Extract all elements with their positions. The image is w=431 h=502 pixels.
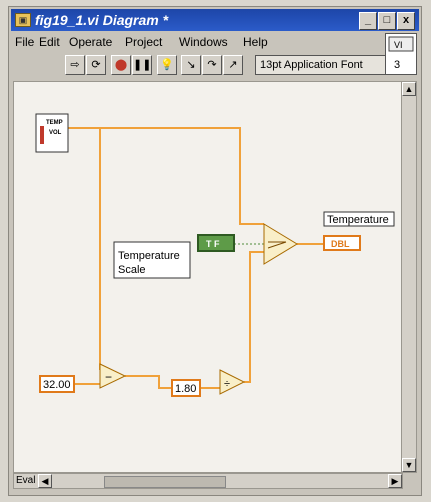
- toolbar: ⇨ ⟳ ⬤ ❚❚ 💡 ↘ ↷ ↗ 13pt Application Font: [11, 51, 391, 79]
- menu-windows[interactable]: Windows: [179, 35, 228, 49]
- help-number: 3: [394, 59, 400, 71]
- vi-icon: ▣: [15, 13, 31, 27]
- select-function-icon[interactable]: [263, 223, 298, 265]
- constant-1-8[interactable]: 1.80: [171, 379, 201, 397]
- help-icon-label: VI: [394, 40, 403, 50]
- scroll-down-icon[interactable]: ▼: [402, 458, 416, 472]
- block-diagram[interactable]: TEMP VOL Temperature Scale T F Temperatu…: [13, 81, 403, 473]
- temp-label-2: VOL: [49, 130, 62, 136]
- horizontal-scrollbar[interactable]: Eval ◀ ▶: [13, 473, 403, 489]
- wire-temp-to-comparator[interactable]: [68, 127, 264, 225]
- menu-operate[interactable]: Operate: [69, 35, 112, 49]
- constant-18-label: 1.80: [175, 383, 196, 395]
- menu-help[interactable]: Help: [243, 35, 268, 49]
- scroll-thumb[interactable]: [104, 476, 226, 488]
- help-glyph: VI 3: [388, 36, 414, 71]
- bool-constant-label: T F: [206, 239, 220, 249]
- step-into-icon[interactable]: ↘: [181, 55, 201, 75]
- wire-divide-to-select[interactable]: [244, 251, 264, 383]
- menu-edit[interactable]: Edit: [39, 35, 60, 49]
- run-arrow-icon[interactable]: ⇨: [65, 55, 85, 75]
- step-out-icon[interactable]: ↗: [223, 55, 243, 75]
- subtract-symbol: −: [105, 370, 112, 384]
- menu-bar: File Edit Operate Project Windows Help: [11, 33, 383, 51]
- scale-label-1: Temperature: [118, 250, 180, 262]
- temperature-scale-control[interactable]: Temperature Scale: [113, 241, 191, 279]
- boolean-constant[interactable]: T F: [197, 234, 235, 252]
- diagram-canvas: TEMP VOL Temperature Scale T F Temperatu…: [35, 113, 395, 397]
- pause-icon[interactable]: ❚❚: [132, 55, 152, 75]
- wire-temp-to-subtract[interactable]: [68, 127, 101, 370]
- run-continuous-icon[interactable]: ⟳: [86, 55, 106, 75]
- temperature-indicator[interactable]: Temperature DBL: [323, 211, 395, 251]
- minimize-button[interactable]: _: [359, 12, 377, 30]
- wires: [68, 127, 324, 389]
- divide-function-icon[interactable]: ÷: [219, 369, 246, 395]
- menu-project[interactable]: Project: [125, 35, 162, 49]
- indicator-type: DBL: [331, 239, 350, 249]
- font-dropdown[interactable]: 13pt Application Font: [255, 55, 391, 75]
- temp-label-1: TEMP: [46, 120, 63, 126]
- scroll-right-icon[interactable]: ▶: [388, 474, 402, 488]
- menu-file[interactable]: File: [15, 35, 34, 49]
- diagram-window: ▣ fig19_1.vi Diagram * _ □ x File Edit O…: [8, 6, 422, 496]
- close-button[interactable]: x: [397, 12, 415, 30]
- scroll-up-icon[interactable]: ▲: [402, 82, 416, 96]
- scale-label-2: Scale: [118, 264, 146, 276]
- divide-symbol: ÷: [224, 378, 230, 390]
- temp-subvi-icon[interactable]: TEMP VOL: [35, 113, 69, 153]
- eval-label: Eval: [14, 474, 39, 488]
- highlight-execution-icon[interactable]: 💡: [157, 55, 177, 75]
- title-bar[interactable]: ▣ fig19_1.vi Diagram * _ □ x: [11, 9, 419, 31]
- maximize-button[interactable]: □: [378, 12, 396, 30]
- constant-32-label: 32.00: [43, 379, 71, 391]
- help-icon[interactable]: VI 3: [385, 33, 417, 75]
- constant-32[interactable]: 32.00: [39, 375, 75, 393]
- window-title: fig19_1.vi Diagram *: [35, 12, 169, 28]
- scroll-left-icon[interactable]: ◀: [38, 474, 52, 488]
- subtract-function-icon[interactable]: −: [99, 363, 127, 389]
- abort-icon[interactable]: ⬤: [111, 55, 131, 75]
- step-over-icon[interactable]: ↷: [202, 55, 222, 75]
- vertical-scrollbar[interactable]: ▲ ▼: [401, 81, 417, 473]
- indicator-label: Temperature: [327, 214, 389, 226]
